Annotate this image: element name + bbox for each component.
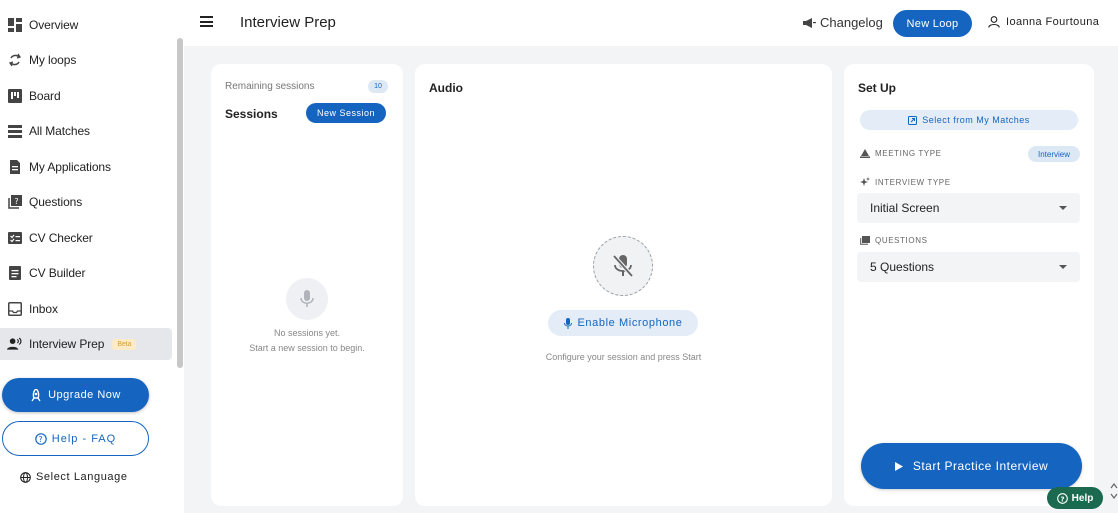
sidebar-item-questions[interactable]: ? Questions	[0, 186, 172, 218]
sidebar-item-inbox[interactable]: Inbox	[0, 293, 172, 325]
start-practice-label: Start Practice Interview	[912, 459, 1049, 473]
audio-panel: Audio Enable Microphone Configure your s…	[415, 64, 832, 506]
sidebar-scrollbar[interactable]	[177, 38, 183, 368]
questions-select[interactable]: 5 Questions	[857, 252, 1080, 282]
empty-sessions-text: No sessions yet.	[273, 328, 341, 338]
svg-text:?: ?	[38, 435, 43, 444]
dropdown-arrow-icon	[1059, 206, 1067, 210]
sidebar-item-cv-checker[interactable]: CV Checker	[0, 222, 172, 254]
select-from-matches-label: Select from My Matches	[922, 115, 1030, 125]
person-voice-icon	[7, 337, 22, 352]
beta-badge: Beta	[112, 338, 137, 350]
sidebar: Overview My loops Board All Matches My A…	[0, 0, 184, 513]
sparkle-icon	[860, 177, 870, 187]
start-practice-interview-button[interactable]: Start Practice Interview	[861, 443, 1082, 489]
board-icon	[7, 89, 22, 104]
sidebar-item-label: CV Checker	[29, 231, 93, 245]
interview-type-value: Initial Screen	[870, 201, 940, 215]
page-scroll-arrows[interactable]	[1110, 480, 1118, 513]
globe-icon	[20, 471, 31, 483]
help-circle-icon: ?	[1056, 492, 1068, 504]
sessions-title: Sessions	[225, 107, 278, 121]
help-widget-button[interactable]: ? Help	[1047, 487, 1103, 509]
megaphone-icon	[803, 17, 816, 29]
help-widget-label: Help	[1071, 492, 1094, 504]
sidebar-item-label: Overview	[29, 18, 79, 32]
sessions-panel: Remaining sessions 10 Sessions New Sessi…	[211, 64, 403, 506]
sidebar-item-label: My loops	[29, 53, 77, 67]
quiz-icon: ?	[7, 195, 22, 210]
rocket-icon	[30, 388, 42, 402]
help-faq-button[interactable]: ? Help - FAQ	[2, 421, 149, 456]
quiz-icon	[860, 236, 870, 245]
upgrade-label: Upgrade Now	[48, 389, 121, 401]
sidebar-item-label: CV Builder	[29, 266, 86, 280]
setup-panel: Set Up Select from My Matches MEETING TY…	[844, 64, 1094, 506]
sidebar-item-interview-prep[interactable]: Interview Prep Beta	[0, 328, 172, 360]
mic-off-icon	[593, 236, 653, 296]
svg-text:?: ?	[14, 197, 18, 206]
top-header: Interview Prep Changelog New Loop Ioanna…	[184, 0, 1118, 46]
help-faq-label: Help - FAQ	[51, 432, 117, 445]
sidebar-item-label: Board	[29, 89, 61, 103]
upgrade-button[interactable]: Upgrade Now	[2, 378, 149, 412]
select-language-label: Select Language	[36, 471, 128, 483]
play-icon	[894, 461, 903, 471]
remaining-sessions-count: 10	[368, 80, 388, 93]
interview-type-label: INTERVIEW TYPE	[860, 177, 951, 187]
user-icon	[988, 16, 1000, 28]
audio-hint: Configure your session and press Start	[545, 352, 702, 362]
dashboard-icon	[7, 18, 22, 33]
enable-microphone-button[interactable]: Enable Microphone	[548, 310, 698, 336]
dropdown-arrow-icon	[1059, 265, 1067, 269]
help-circle-icon: ?	[34, 432, 47, 445]
sidebar-item-overview[interactable]: Overview	[0, 9, 172, 41]
sidebar-item-label: All Matches	[29, 124, 90, 138]
enable-microphone-label: Enable Microphone	[577, 317, 683, 329]
remaining-sessions-label: Remaining sessions	[225, 81, 315, 92]
group-icon	[860, 149, 870, 158]
interview-type-text: INTERVIEW TYPE	[875, 177, 951, 187]
interview-type-select[interactable]: Initial Screen	[857, 193, 1080, 223]
meeting-type-text: MEETING TYPE	[875, 149, 942, 158]
loop-icon	[7, 53, 22, 68]
list-icon	[7, 124, 22, 139]
checklist-icon	[7, 231, 22, 246]
changelog-label: Changelog	[820, 15, 883, 30]
sidebar-item-label: Interview Prep	[29, 337, 105, 351]
user-name: Ioanna Fourtouna	[1006, 16, 1100, 28]
meeting-type-label: MEETING TYPE	[860, 149, 942, 158]
sidebar-item-all-matches[interactable]: All Matches	[0, 115, 172, 147]
sidebar-item-label: Questions	[29, 195, 83, 209]
sidebar-item-label: My Applications	[29, 160, 111, 174]
audio-title: Audio	[429, 81, 463, 95]
document-icon	[7, 160, 22, 175]
microphone-icon	[563, 317, 572, 329]
menu-icon[interactable]	[200, 16, 213, 27]
sidebar-item-cv-builder[interactable]: CV Builder	[0, 257, 172, 289]
user-menu[interactable]: Ioanna Fourtouna	[988, 16, 1099, 28]
changelog-link[interactable]: Changelog	[803, 15, 883, 30]
empty-sessions-hint: Start a new session to begin.	[249, 343, 365, 353]
new-session-button[interactable]: New Session	[306, 103, 386, 123]
setup-title: Set Up	[858, 81, 897, 95]
document-icon	[7, 266, 22, 281]
questions-text: QUESTIONS	[875, 236, 928, 245]
open-external-icon	[908, 115, 918, 125]
new-loop-button[interactable]: New Loop	[893, 10, 972, 37]
sidebar-item-my-applications[interactable]: My Applications	[0, 151, 172, 183]
questions-label: QUESTIONS	[860, 236, 928, 245]
page-title: Interview Prep	[240, 14, 336, 31]
questions-value: 5 Questions	[870, 260, 935, 274]
svg-text:?: ?	[1060, 495, 1064, 503]
sidebar-item-board[interactable]: Board	[0, 80, 172, 112]
sidebar-item-my-loops[interactable]: My loops	[0, 44, 172, 76]
microphone-icon	[286, 278, 328, 320]
sidebar-item-label: Inbox	[29, 302, 58, 316]
meeting-type-chip[interactable]: Interview	[1028, 146, 1080, 162]
select-language[interactable]: Select Language	[20, 471, 128, 483]
inbox-icon	[7, 302, 22, 317]
select-from-matches-button[interactable]: Select from My Matches	[860, 110, 1078, 130]
